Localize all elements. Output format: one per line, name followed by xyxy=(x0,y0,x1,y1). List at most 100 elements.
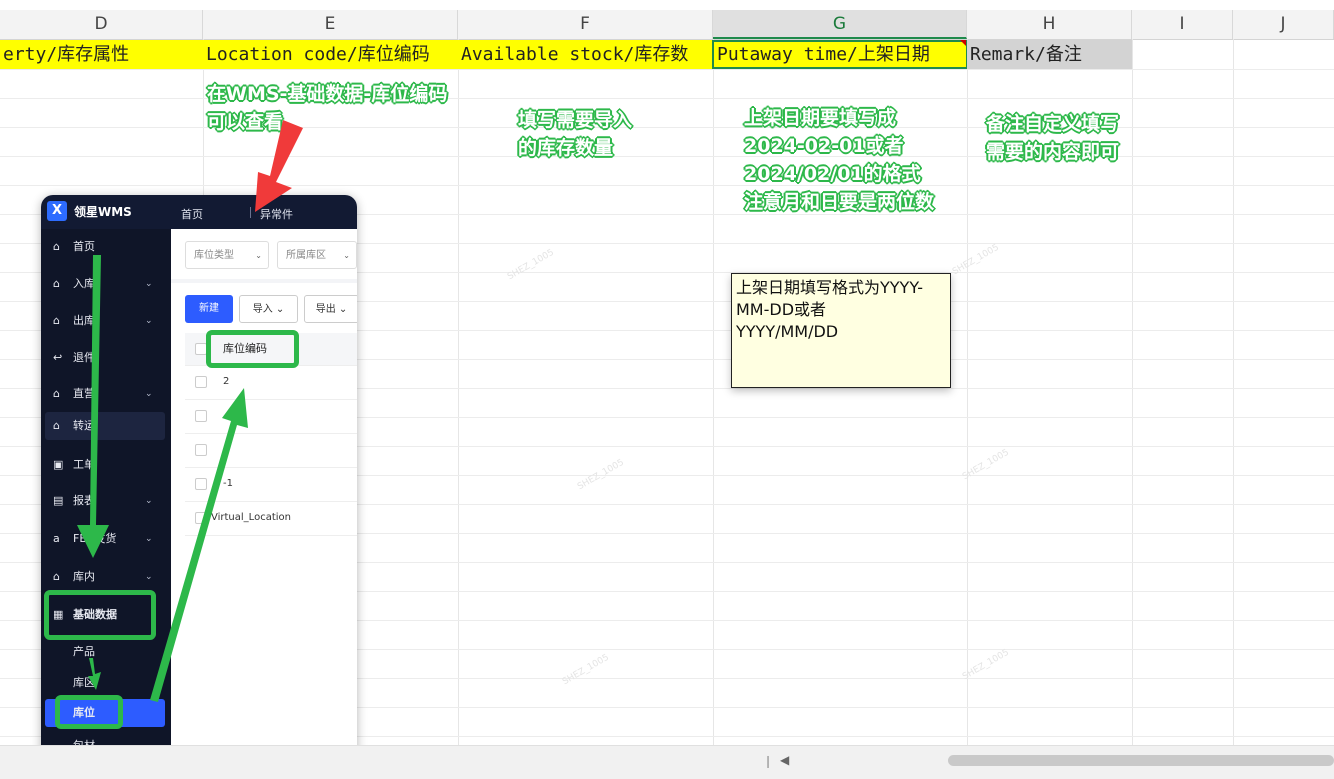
chevron-down-icon: ⌄ xyxy=(275,304,285,315)
column-header-j[interactable]: J xyxy=(1233,10,1334,39)
highlight-location-menu xyxy=(55,695,123,729)
sidebar-item-label: 直营 xyxy=(73,387,95,400)
note-line: 上架日期要填写成 xyxy=(744,107,897,129)
note-remark: 备注自定义填写 需要的内容即可 xyxy=(986,110,1119,166)
note-line: 2024/02/01的格式 xyxy=(744,163,921,185)
cell-available-stock-header[interactable]: Available stock/库存数 xyxy=(458,40,713,69)
wms-tab-home[interactable]: 首页 xyxy=(181,206,203,222)
grid-line xyxy=(0,185,1334,186)
zone-filter[interactable]: 所属库区 ⌄ xyxy=(277,241,357,269)
location-type-filter[interactable]: 库位类型 ⌄ xyxy=(185,241,269,269)
sidebar-item-label: 入库 xyxy=(73,277,95,290)
watermark: SHEZ_1005 xyxy=(560,652,611,688)
home-icon: ⌂ xyxy=(53,240,60,253)
button-label: 导出 xyxy=(315,304,336,315)
cell-putaway-time-header[interactable]: Putaway time/上架日期 xyxy=(712,40,968,69)
sidebar-item-inbound[interactable]: ⌂ 入库 ⌄ xyxy=(41,270,171,298)
location-code-cell: Virtual_Location xyxy=(211,512,291,523)
scroll-split-handle-icon[interactable]: ❘ xyxy=(763,754,773,768)
cell-property-header[interactable]: erty/库存属性 xyxy=(0,40,203,69)
cell-comment-popup: 上架日期填写格式为YYYY- MM-DD或者 YYYY/MM/DD xyxy=(731,273,951,388)
chevron-down-icon: ⌄ xyxy=(145,316,153,326)
wms-sidebar: ⌂ 首页 ⌂ 入库 ⌄ ⌂ 出库 ⌄ ↩ 退件 ⌂ 直营 ⌄ ⌂ 转运 ▣ 工单 xyxy=(41,229,171,762)
column-header-g[interactable]: G xyxy=(713,10,967,39)
return-icon: ↩ xyxy=(53,351,63,364)
filter-label: 所属库区 xyxy=(286,250,326,261)
comment-indicator xyxy=(960,40,966,46)
chevron-down-icon: ⌄ xyxy=(255,251,262,260)
column-header-f[interactable]: F xyxy=(458,10,713,39)
sidebar-item-returns[interactable]: ↩ 退件 xyxy=(41,344,171,372)
grid-line xyxy=(0,98,1334,99)
chevron-down-icon: ⌄ xyxy=(145,389,153,399)
scroll-left-icon[interactable]: ◀ xyxy=(780,753,789,767)
report-icon: ▤ xyxy=(53,494,64,507)
wms-logo-icon: X xyxy=(47,201,67,221)
cell-location-code-header[interactable]: Location code/库位编码 xyxy=(203,40,458,69)
wms-main-panel: 库位类型 ⌄ 所属库区 ⌄ 新建 导入 ⌄ 导出 ⌄ 库位编码 2 -1 Vir… xyxy=(171,229,357,762)
grid-line xyxy=(0,156,1334,157)
grid-line xyxy=(1132,39,1133,745)
highlight-basic-data xyxy=(44,590,156,640)
comment-line: MM-DD或者 xyxy=(736,300,827,319)
table-row xyxy=(185,399,357,434)
inbound-icon: ⌂ xyxy=(53,277,60,290)
chevron-down-icon: ⌄ xyxy=(145,534,153,544)
horizontal-scrollbar[interactable]: ❘ ◀ xyxy=(0,745,1334,779)
sidebar-item-label: FBA发货 xyxy=(73,532,117,545)
sidebar-item-label: 库内 xyxy=(73,570,95,583)
note-line: 的库存数量 xyxy=(518,137,614,159)
location-code-cell: -1 xyxy=(223,478,233,489)
wms-top-bar: X 领星WMS 首页 异常件 xyxy=(41,195,357,229)
watermark: SHEZ_1005 xyxy=(960,447,1011,483)
note-line: 注意月和日要是两位数 xyxy=(744,191,935,213)
wms-brand-name: 领星WMS xyxy=(74,205,132,219)
sidebar-item-home[interactable]: ⌂ 首页 xyxy=(41,233,171,261)
column-header-h[interactable]: H xyxy=(967,10,1132,39)
column-header-e[interactable]: E xyxy=(203,10,458,39)
column-header-i[interactable]: I xyxy=(1132,10,1233,39)
grid-line xyxy=(458,39,459,745)
tab-divider xyxy=(250,207,251,218)
column-header-row: D E F G H I J xyxy=(0,10,1334,40)
chevron-down-icon: ⌄ xyxy=(343,251,350,260)
chevron-down-icon: ⌄ xyxy=(145,496,153,506)
row-checkbox[interactable] xyxy=(195,512,207,524)
warehouse-icon: ⌂ xyxy=(53,570,60,583)
export-button[interactable]: 导出 ⌄ xyxy=(304,295,357,323)
row-checkbox[interactable] xyxy=(195,410,207,422)
note-line: 可以查看 xyxy=(207,111,284,133)
row-checkbox[interactable] xyxy=(195,376,207,388)
chevron-down-icon: ⌄ xyxy=(145,279,153,289)
sidebar-item-direct[interactable]: ⌂ 直营 ⌄ xyxy=(41,380,171,408)
table-row: -1 xyxy=(185,467,357,502)
sidebar-sub-zone[interactable]: 库区 xyxy=(73,674,95,690)
sidebar-item-fba[interactable]: a FBA发货 ⌄ xyxy=(41,525,171,553)
sidebar-item-outbound[interactable]: ⌂ 出库 ⌄ xyxy=(41,307,171,335)
sidebar-sub-product[interactable]: 产品 xyxy=(73,643,95,659)
note-line: 备注自定义填写 xyxy=(986,113,1120,135)
sidebar-item-work-order[interactable]: ▣ 工单 xyxy=(41,451,171,479)
note-location-code: 在WMS-基础数据-库位编码 可以查看 xyxy=(207,80,447,136)
table-row xyxy=(185,433,357,468)
table-row: Virtual_Location xyxy=(185,501,357,536)
watermark: SHEZ_1005 xyxy=(505,247,556,283)
sidebar-item-transfer[interactable]: ⌂ 转运 xyxy=(45,412,165,440)
sidebar-item-reports[interactable]: ▤ 报表 ⌄ xyxy=(41,487,171,515)
sidebar-item-warehouse[interactable]: ⌂ 库内 ⌄ xyxy=(41,563,171,591)
row-checkbox[interactable] xyxy=(195,478,207,490)
row-checkbox[interactable] xyxy=(195,444,207,456)
sidebar-item-label: 工单 xyxy=(73,458,95,471)
import-button[interactable]: 导入 ⌄ xyxy=(239,295,298,323)
column-header-d[interactable]: D xyxy=(0,10,203,39)
direct-icon: ⌂ xyxy=(53,387,60,400)
wms-tab-exceptions[interactable]: 异常件 xyxy=(260,206,293,222)
note-line: 填写需要导入 xyxy=(518,109,633,131)
grid-line xyxy=(1233,39,1234,745)
cell-remark-header[interactable]: Remark/备注 xyxy=(967,40,1132,69)
note-stock: 填写需要导入 的库存数量 xyxy=(518,106,632,162)
comment-line: 上架日期填写格式为YYYY- xyxy=(736,278,923,297)
scrollbar-thumb[interactable] xyxy=(948,755,1334,766)
new-button[interactable]: 新建 xyxy=(185,295,233,323)
sidebar-item-label: 首页 xyxy=(73,240,95,253)
